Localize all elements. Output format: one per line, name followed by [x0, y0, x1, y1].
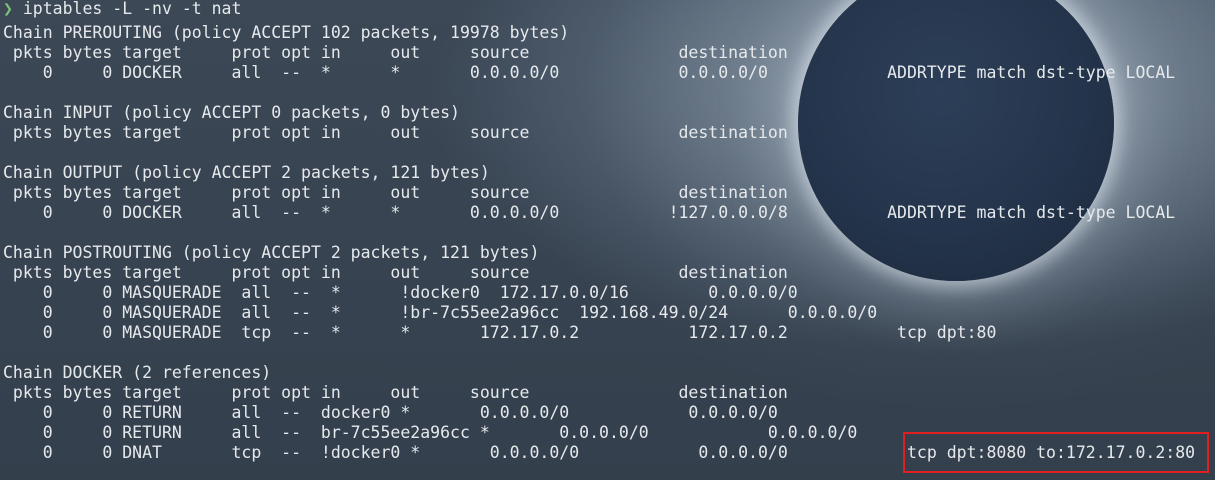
column-header-row: pkts bytes target prot opt in out source…	[3, 183, 788, 202]
rule-row: 0 0 RETURN all -- docker0 * 0.0.0.0/0 0.…	[3, 403, 778, 422]
rule-row: 0 0 MASQUERADE all -- * !docker0 172.17.…	[3, 283, 798, 302]
rule-row: 0 0 MASQUERADE tcp -- * * 172.17.0.2 172…	[3, 323, 997, 342]
rule-row: 0 0 DOCKER all -- * * 0.0.0.0/0 0.0.0.0/…	[3, 63, 1176, 82]
terminal-window[interactable]: ❯ iptables -L -nv -t nat Chain PREROUTIN…	[0, 0, 1215, 480]
column-header-row: pkts bytes target prot opt in out source…	[3, 383, 788, 402]
column-header-row: pkts bytes target prot opt in out source…	[3, 43, 788, 62]
column-header-row: pkts bytes target prot opt in out source…	[3, 123, 788, 142]
chain-header-docker: Chain DOCKER (2 references)	[3, 363, 272, 382]
chain-header-input: Chain INPUT (policy ACCEPT 0 packets, 0 …	[3, 103, 460, 122]
command-text: iptables -L -nv -t nat	[22, 0, 242, 18]
rule-row: 0 0 MASQUERADE all -- * !br-7c55ee2a96cc…	[3, 303, 878, 322]
chain-header-postrouting: Chain POSTROUTING (policy ACCEPT 2 packe…	[3, 243, 540, 262]
chain-header-output: Chain OUTPUT (policy ACCEPT 2 packets, 1…	[3, 163, 490, 182]
prompt-arrow-icon: ❯	[3, 0, 13, 18]
chain-header-prerouting: Chain PREROUTING (policy ACCEPT 102 pack…	[3, 23, 570, 42]
rule-row-dnat: 0 0 DNAT tcp -- !docker0 * 0.0.0.0/0 0.0…	[3, 443, 1196, 462]
rule-row: 0 0 RETURN all -- br-7c55ee2a96cc * 0.0.…	[3, 423, 858, 442]
rule-row: 0 0 DOCKER all -- * * 0.0.0.0/0 !127.0.0…	[3, 203, 1176, 222]
prompt-line: ❯ iptables -L -nv -t nat	[0, 0, 1215, 19]
column-header-row: pkts bytes target prot opt in out source…	[3, 263, 788, 282]
